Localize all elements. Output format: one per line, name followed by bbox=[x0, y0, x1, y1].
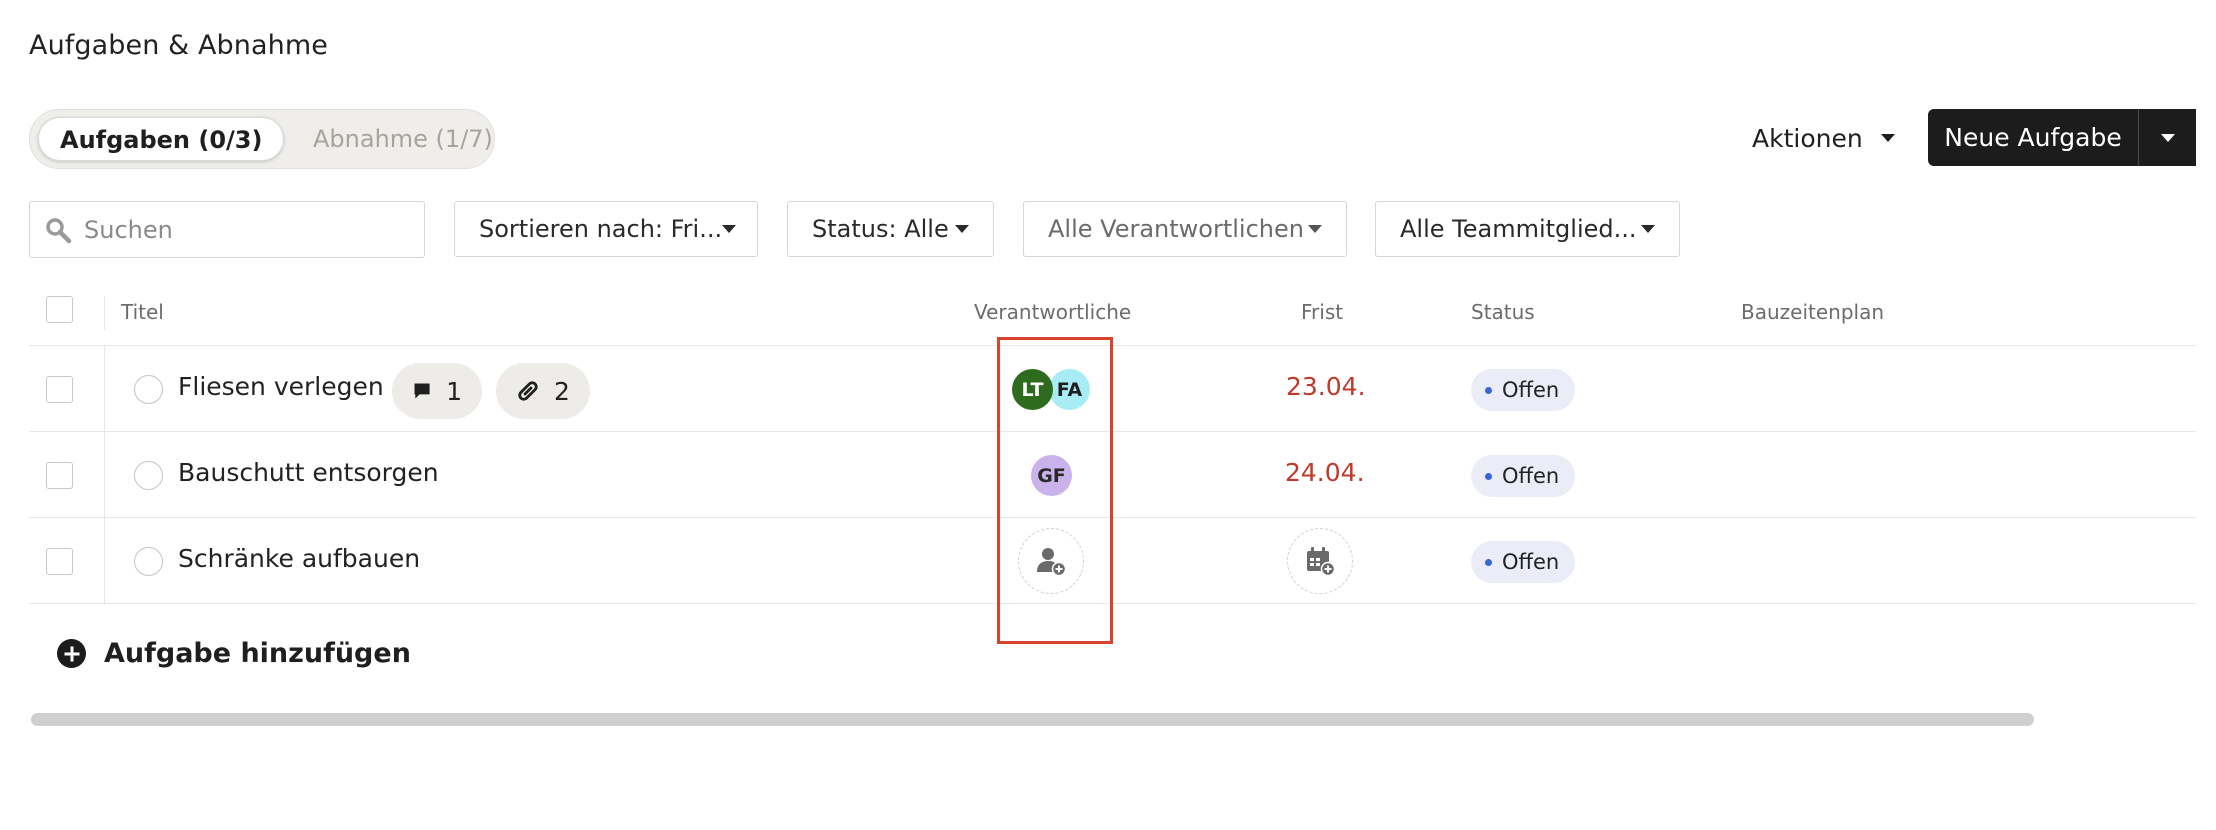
complete-toggle[interactable] bbox=[134, 547, 163, 576]
chevron-down-icon bbox=[2160, 133, 2175, 142]
column-responsible[interactable]: Verantwortliche bbox=[974, 300, 1131, 324]
actions-label: Aktionen bbox=[1752, 123, 1863, 153]
status-label: Offen bbox=[1502, 378, 1560, 402]
due-date[interactable]: 23.04. bbox=[1286, 372, 1366, 401]
row-checkbox[interactable] bbox=[46, 462, 73, 489]
plus-circle-icon bbox=[57, 639, 86, 668]
status-dot bbox=[1485, 386, 1492, 394]
row-checkbox[interactable] bbox=[46, 548, 73, 575]
status-badge[interactable]: Offen bbox=[1471, 541, 1576, 583]
add-date-icon bbox=[1307, 547, 1336, 577]
attachment-count: 2 bbox=[554, 376, 570, 406]
status-filter-label: Status: Alle bbox=[812, 215, 949, 243]
avatar[interactable]: LT bbox=[1012, 369, 1053, 410]
search-icon bbox=[46, 217, 72, 243]
comment-icon bbox=[414, 383, 430, 399]
due-date[interactable]: 24.04. bbox=[1285, 458, 1365, 487]
status-badge[interactable]: Offen bbox=[1471, 369, 1576, 411]
select-all-checkbox[interactable] bbox=[46, 296, 73, 323]
actions-dropdown-button[interactable]: Aktionen bbox=[1752, 115, 1895, 161]
status-badge[interactable]: Offen bbox=[1471, 455, 1576, 497]
attachment-icon bbox=[518, 381, 538, 401]
status-dot bbox=[1485, 472, 1492, 480]
page-title: Aufgaben & Abnahme bbox=[29, 30, 328, 61]
column-divider bbox=[104, 296, 105, 330]
search-field[interactable] bbox=[29, 201, 425, 258]
new-task-label: Neue Aufgabe bbox=[1944, 123, 2122, 152]
complete-toggle[interactable] bbox=[134, 375, 163, 404]
status-filter-dropdown[interactable]: Status: Alle bbox=[787, 201, 994, 257]
row-checkbox[interactable] bbox=[46, 376, 73, 403]
tab-abnahme[interactable]: Abnahme (1/7) bbox=[292, 117, 514, 161]
chevron-down-icon bbox=[722, 225, 737, 233]
add-task-button[interactable]: Aufgabe hinzufügen bbox=[57, 638, 411, 669]
column-status[interactable]: Status bbox=[1471, 300, 1535, 324]
tab-aufgaben[interactable]: Aufgaben (0/3) bbox=[38, 117, 285, 161]
task-title[interactable]: Fliesen verlegen bbox=[178, 372, 384, 401]
team-filter-dropdown[interactable]: Alle Teammitglied... bbox=[1375, 201, 1680, 257]
team-filter-label: Alle Teammitglied... bbox=[1400, 215, 1637, 243]
column-due[interactable]: Frist bbox=[1301, 300, 1343, 324]
attachments-chip[interactable]: 2 bbox=[496, 363, 590, 419]
sort-dropdown[interactable]: Sortieren nach: Fri... bbox=[454, 201, 758, 257]
chevron-down-icon bbox=[1880, 134, 1895, 142]
column-schedule[interactable]: Bauzeitenplan bbox=[1741, 300, 1884, 324]
responsible-filter-label: Alle Verantwortlichen bbox=[1048, 215, 1304, 243]
status-label: Offen bbox=[1502, 550, 1560, 574]
task-title[interactable]: Schränke aufbauen bbox=[178, 544, 420, 573]
comments-chip[interactable]: 1 bbox=[392, 363, 482, 419]
add-task-label: Aufgabe hinzufügen bbox=[104, 638, 411, 669]
status-label: Offen bbox=[1502, 464, 1560, 488]
task-title[interactable]: Bauschutt entsorgen bbox=[178, 458, 439, 487]
search-input[interactable] bbox=[84, 215, 404, 244]
chevron-down-icon bbox=[1308, 225, 1322, 233]
complete-toggle[interactable] bbox=[134, 461, 163, 490]
new-task-menu-button[interactable] bbox=[2138, 109, 2196, 166]
horizontal-scrollbar[interactable] bbox=[31, 713, 2034, 726]
column-title[interactable]: Titel bbox=[121, 300, 164, 324]
column-divider bbox=[104, 518, 105, 604]
responsible-filter-dropdown[interactable]: Alle Verantwortlichen bbox=[1023, 201, 1347, 257]
set-due-date-button[interactable] bbox=[1287, 528, 1353, 594]
chevron-down-icon bbox=[955, 225, 969, 233]
status-dot bbox=[1485, 558, 1492, 566]
column-divider bbox=[104, 346, 105, 432]
tab-switcher: Aufgaben (0/3) Abnahme (1/7) bbox=[29, 109, 495, 169]
chevron-down-icon bbox=[1641, 225, 1655, 233]
comment-count: 1 bbox=[446, 376, 462, 406]
sort-label: Sortieren nach: Fri... bbox=[479, 215, 723, 243]
column-divider bbox=[104, 432, 105, 518]
